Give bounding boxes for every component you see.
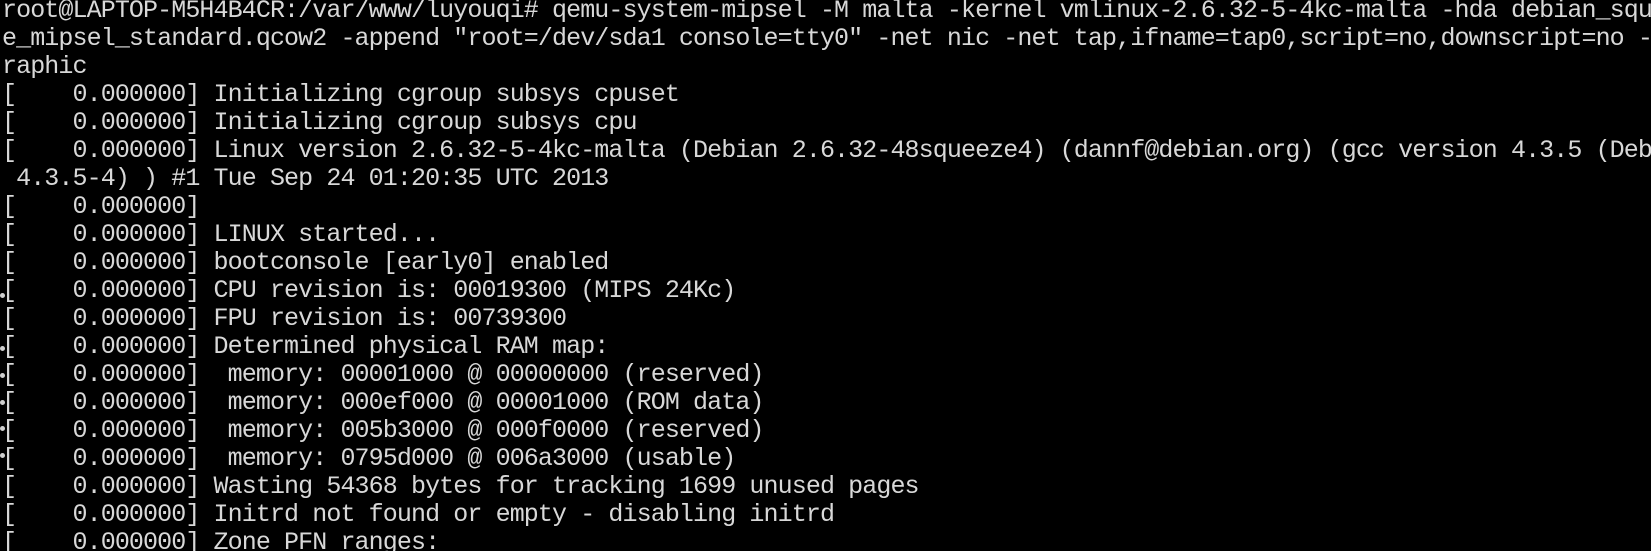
terminal-line: [ 0.000000] CPU revision is: 00019300 (M… [2, 276, 736, 305]
terminal-line: [ 0.000000] bootconsole [early0] enabled [2, 248, 609, 277]
terminal-line: root@LAPTOP-M5H4B4CR:/var/www/luyouqi# q… [2, 0, 1651, 25]
terminal-line: [ 0.000000] Initializing cgroup subsys c… [2, 108, 638, 137]
terminal-line: [ 0.000000] Determined physical RAM map: [2, 332, 609, 361]
terminal-line: [ 0.000000] memory: 000ef000 @ 00001000 … [2, 388, 764, 417]
terminal-line: [ 0.000000] memory: 0795d000 @ 006a3000 … [2, 444, 736, 473]
terminal-line: [ 0.000000] memory: 005b3000 @ 000f0000 … [2, 416, 764, 445]
terminal-line: [ 0.000000] FPU revision is: 00739300 [2, 304, 567, 333]
terminal-line: [ 0.000000] Linux version 2.6.32-5-4kc-m… [2, 136, 1651, 165]
edge-dot-icon [0, 426, 5, 431]
terminal-line: [ 0.000000] memory: 00001000 @ 00000000 … [2, 360, 764, 389]
edge-dot-icon [0, 400, 5, 405]
terminal-line: [ 0.000000] Initializing cgroup subsys c… [2, 80, 680, 109]
terminal-line: [ 0.000000] Initrd not found or empty - … [2, 500, 835, 529]
left-edge-fragments [0, 0, 10, 551]
edge-dot-icon [0, 346, 5, 351]
edge-dot-icon [0, 293, 5, 298]
edge-dot-icon [0, 373, 5, 378]
terminal-line: [ 0.000000] Wasting 54368 bytes for trac… [2, 472, 920, 501]
terminal-line: [ 0.000000] Zone PFN ranges: [2, 528, 440, 551]
terminal-line: 4.3.5-4) ) #1 Tue Sep 24 01:20:35 UTC 20… [2, 164, 609, 193]
terminal-line: [ 0.000000] [2, 192, 200, 221]
terminal-line: [ 0.000000] LINUX started... [2, 220, 440, 249]
terminal-line: raphic [2, 52, 88, 81]
terminal-window[interactable]: root@LAPTOP-M5H4B4CR:/var/www/luyouqi# q… [0, 0, 1651, 551]
terminal-line: e_mipsel_standard.qcow2 -append "root=/d… [2, 24, 1651, 53]
edge-dot-icon [0, 453, 5, 458]
terminal-output: root@LAPTOP-M5H4B4CR:/var/www/luyouqi# q… [2, 0, 1651, 551]
